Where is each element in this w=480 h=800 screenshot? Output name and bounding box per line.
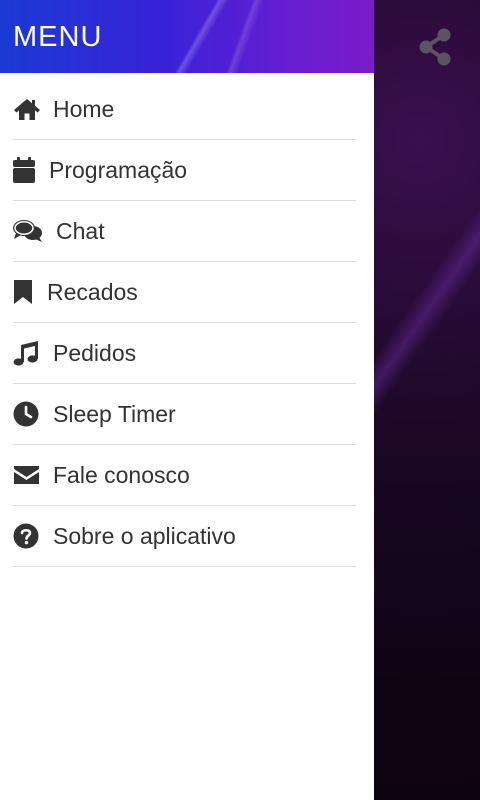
bookmark-icon — [13, 278, 35, 306]
menu-item-sobre[interactable]: Sobre o aplicativo — [13, 506, 356, 567]
menu-item-label: Programação — [49, 157, 188, 183]
menu-item-label: Chat — [56, 218, 105, 244]
menu-item-home[interactable]: Home — [13, 79, 356, 140]
menu-item-chat[interactable]: Chat — [13, 201, 356, 262]
navigation-drawer: MENU Home Programação Chat Recados Pedid… — [0, 0, 374, 800]
menu-item-recados[interactable]: Recados — [13, 262, 356, 323]
menu-list: Home Programação Chat Recados Pedidos Sl… — [13, 79, 356, 567]
menu-item-label: Home — [53, 96, 115, 122]
menu-item-sleep-timer[interactable]: Sleep Timer — [13, 384, 356, 445]
menu-item-fale-conosco[interactable]: Fale conosco — [13, 445, 356, 506]
share-button[interactable] — [414, 26, 456, 68]
menu-item-pedidos[interactable]: Pedidos — [13, 323, 356, 384]
question-circle-icon — [13, 522, 41, 550]
menu-item-label: Sobre o aplicativo — [53, 523, 236, 549]
clock-icon — [13, 400, 41, 428]
menu-item-label: Fale conosco — [53, 462, 190, 488]
menu-item-label: Pedidos — [53, 340, 137, 366]
menu-item-label: Sleep Timer — [53, 401, 176, 427]
drawer-header: MENU — [0, 0, 374, 73]
music-note-icon — [13, 339, 41, 367]
chat-bubbles-icon — [13, 217, 44, 245]
calendar-icon — [13, 156, 37, 184]
drawer-title: MENU — [13, 21, 103, 53]
menu-item-programacao[interactable]: Programação — [13, 140, 356, 201]
menu-item-label: Recados — [47, 279, 138, 305]
envelope-icon — [13, 461, 41, 489]
share-icon — [419, 28, 451, 66]
home-icon — [13, 95, 41, 123]
